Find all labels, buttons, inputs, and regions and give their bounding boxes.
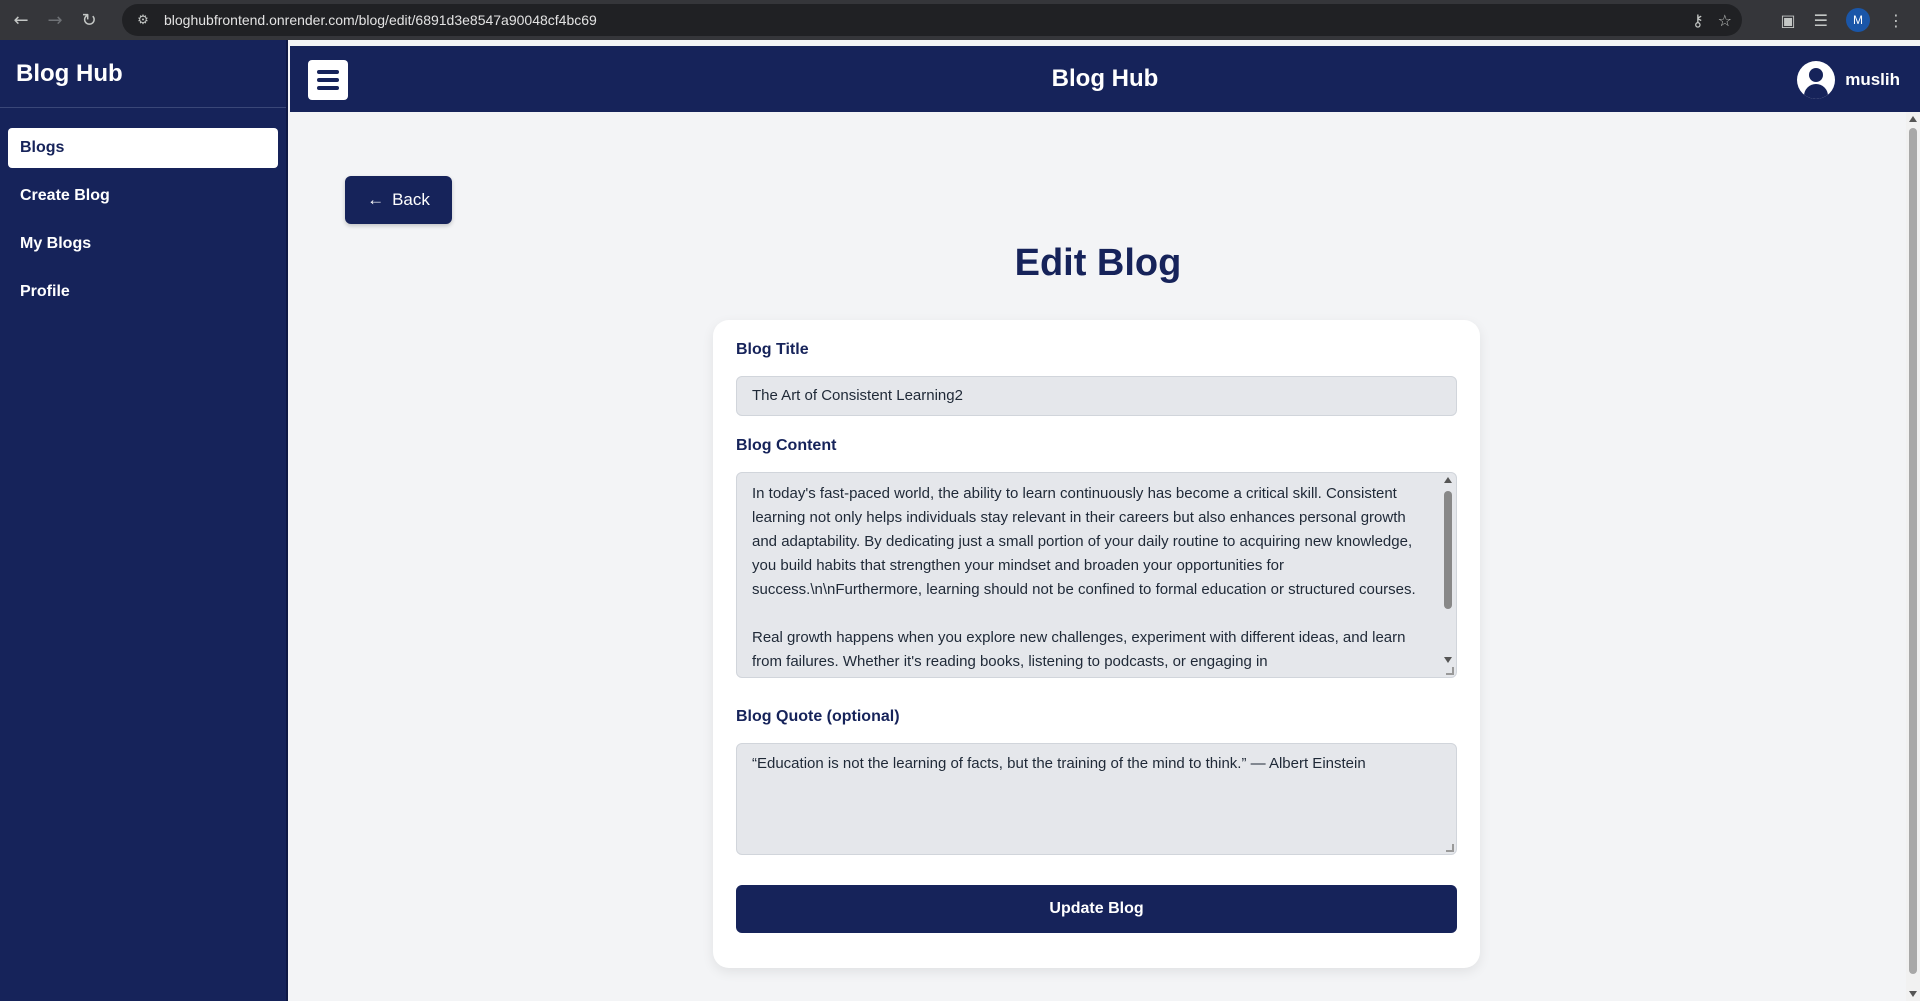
profile-avatar[interactable]: M: [1846, 8, 1870, 32]
address-bar[interactable]: ⚙ bloghubfrontend.onrender.com/blog/edit…: [122, 4, 1742, 36]
page-scrollbar[interactable]: [1906, 112, 1920, 1001]
bookmark-star-icon[interactable]: ☆: [1718, 11, 1732, 30]
blog-quote-text: “Education is not the learning of facts,…: [752, 755, 1366, 772]
blog-content-text: In today's fast-paced world, the ability…: [752, 485, 1416, 670]
sidebar-nav: Blogs Create Blog My Blogs Profile: [0, 108, 286, 312]
sidebar-item-blogs[interactable]: Blogs: [8, 128, 278, 168]
app-header: Blog Hub muslih: [290, 46, 1920, 112]
header-title: Blog Hub: [1051, 65, 1159, 92]
sidebar-item-my-blogs[interactable]: My Blogs: [8, 224, 278, 264]
reload-icon[interactable]: ↻: [72, 0, 106, 40]
sidebar-brand: Blog Hub: [0, 40, 286, 108]
resize-handle-icon[interactable]: [1446, 667, 1454, 675]
resize-handle-icon[interactable]: [1446, 844, 1454, 852]
textarea-scrollbar[interactable]: [1442, 477, 1454, 673]
arrow-left-icon: ←: [367, 190, 385, 209]
password-key-icon[interactable]: ⚷: [1692, 11, 1704, 30]
update-blog-button[interactable]: Update Blog: [736, 885, 1457, 933]
back-button-label: Back: [392, 190, 430, 209]
back-arrow-icon[interactable]: ←: [4, 0, 38, 40]
user-menu[interactable]: muslih: [1797, 60, 1900, 100]
edit-blog-form: Blog Title The Art of Consistent Learnin…: [713, 320, 1480, 968]
site-info-icon[interactable]: ⚙: [132, 9, 154, 31]
blog-content-textarea[interactable]: In today's fast-paced world, the ability…: [736, 472, 1457, 678]
blog-title-input[interactable]: The Art of Consistent Learning2: [736, 376, 1457, 416]
media-control-icon[interactable]: ☰: [1814, 11, 1828, 30]
user-avatar-icon[interactable]: [1797, 61, 1836, 99]
browser-toolbar: ← → ↻ ⚙ bloghubfrontend.onrender.com/blo…: [0, 0, 1920, 40]
sidebar-item-create-blog[interactable]: Create Blog: [8, 176, 278, 216]
blog-quote-label: Blog Quote (optional): [736, 708, 900, 725]
username[interactable]: muslih: [1845, 70, 1900, 90]
blog-title-label: Blog Title: [736, 341, 809, 358]
more-menu-icon[interactable]: ⋮: [1888, 11, 1904, 30]
page-title: Edit Blog: [1014, 242, 1182, 284]
blog-quote-textarea[interactable]: “Education is not the learning of facts,…: [736, 743, 1457, 855]
back-button[interactable]: ← Back: [345, 176, 452, 224]
sidebar-item-profile[interactable]: Profile: [8, 272, 278, 312]
blog-content-label: Blog Content: [736, 437, 837, 454]
main-content: ← Back Edit Blog Blog Title The Art of C…: [290, 112, 1906, 1001]
forward-arrow-icon[interactable]: →: [38, 0, 72, 40]
url-text: bloghubfrontend.onrender.com/blog/edit/6…: [164, 12, 597, 28]
extensions-icon[interactable]: ▣: [1781, 11, 1796, 30]
sidebar: Blog Hub Blogs Create Blog My Blogs Prof…: [0, 40, 288, 1001]
